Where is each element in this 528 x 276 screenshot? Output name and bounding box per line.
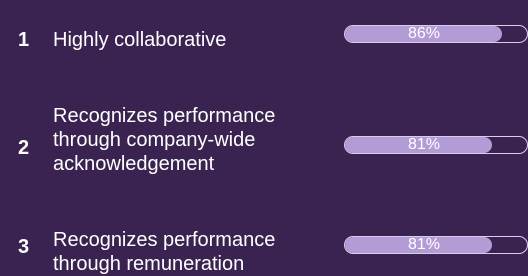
category-label-1: Highly collaborative (53, 28, 333, 52)
data-label-3: 81% (407, 236, 441, 253)
data-label-1: 86% (407, 25, 441, 42)
category-label-2-line-2: through company-wide (53, 129, 256, 151)
chart-root: { "chart_data": { "type": "bar", "catego… (0, 0, 528, 275)
data-label-2: 81% (407, 136, 441, 153)
category-label-3-line-1: Recognizes performance (53, 229, 276, 251)
category-label-3-line-2: through remuneration (53, 253, 245, 275)
rank-2: 2 (18, 137, 30, 159)
rank-3: 3 (18, 236, 30, 258)
category-label-3: Recognizes performance through remunerat… (53, 228, 333, 276)
category-label-2-line-1: Recognizes performance (53, 105, 276, 127)
category-label-2: Recognizes performance through company-w… (53, 104, 333, 176)
category-label-2-line-3: acknowledgement (53, 153, 215, 175)
rank-1: 1 (18, 29, 30, 51)
category-label-1-line-1: Highly collaborative (53, 29, 227, 51)
